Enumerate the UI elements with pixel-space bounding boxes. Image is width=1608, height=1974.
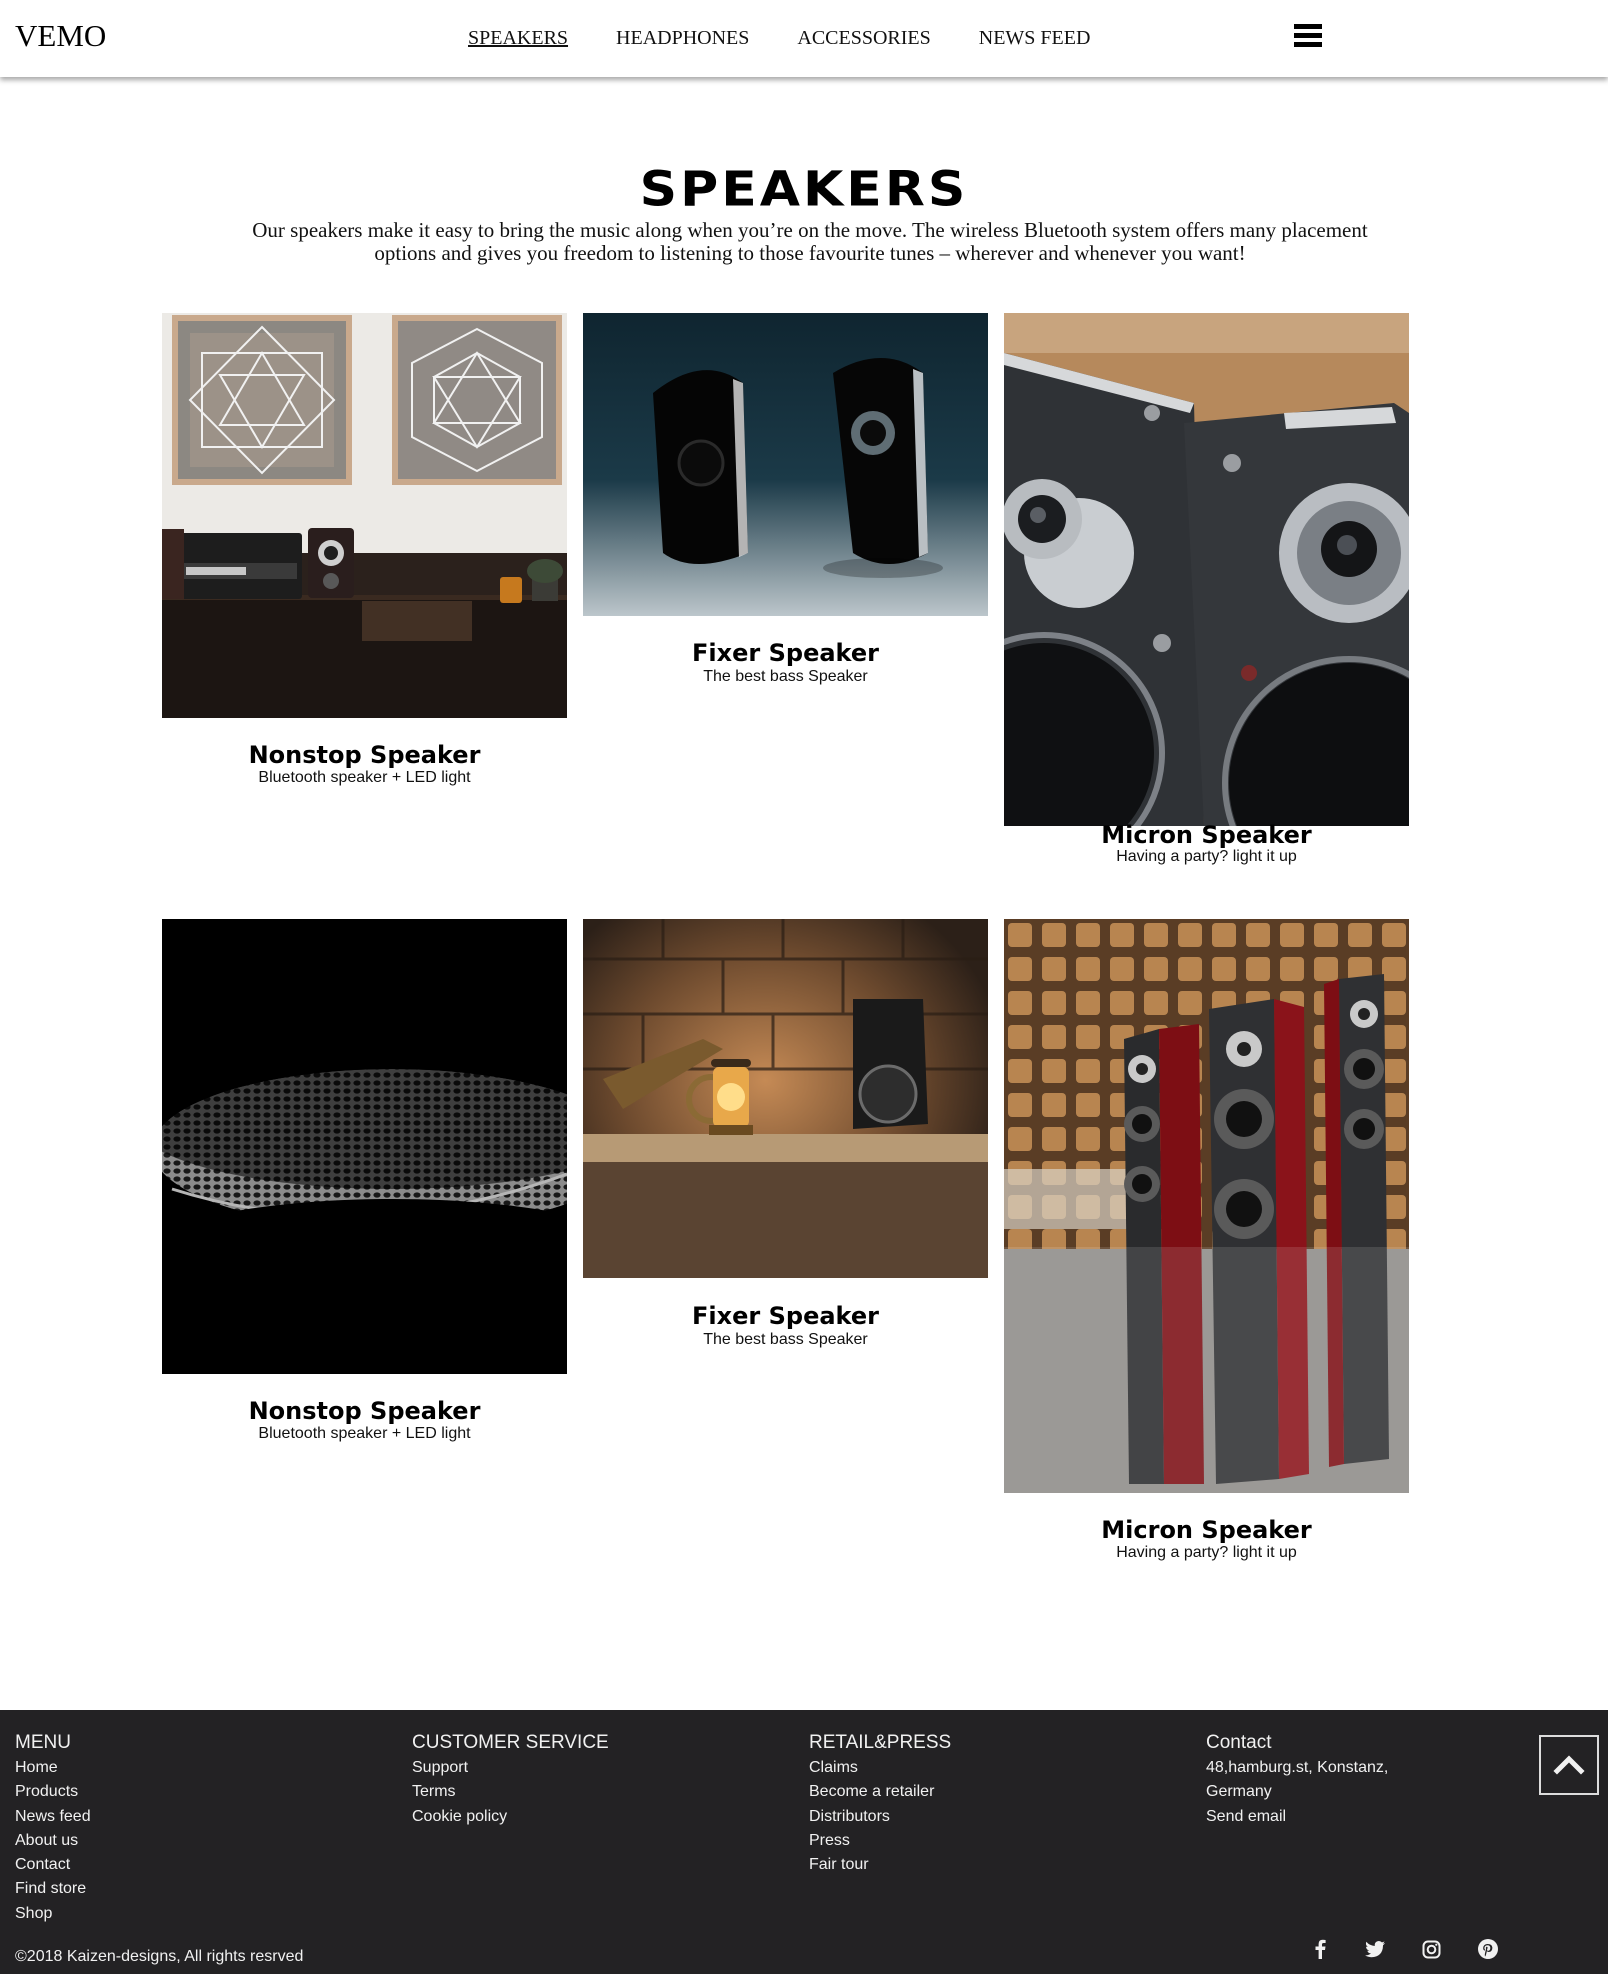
product-card[interactable]: Micron Speaker Having a party? light it … — [1004, 919, 1409, 1569]
footer-link-home[interactable]: Home — [15, 1756, 91, 1780]
nav-news-feed[interactable]: NEWS FEED — [979, 27, 1091, 50]
footer-link-claims[interactable]: Claims — [809, 1756, 951, 1780]
footer-link-cookie-policy[interactable]: Cookie policy — [412, 1805, 609, 1829]
product-title[interactable]: Micron Speaker — [1004, 1516, 1409, 1544]
footer-link-find-store[interactable]: Find store — [15, 1877, 91, 1901]
product-image[interactable] — [162, 313, 567, 718]
nav-speakers[interactable]: SPEAKERS — [468, 27, 568, 50]
footer-menu-heading: MENU — [15, 1732, 71, 1753]
product-subtitle: Bluetooth speaker + LED light — [258, 769, 471, 786]
back-to-top-button[interactable] — [1539, 1735, 1599, 1795]
footer-link-about-us[interactable]: About us — [15, 1829, 91, 1853]
page-title: SPEAKERS — [639, 162, 969, 218]
footer-contact-column: Contact 48,hamburg.st, Konstanz, Germany… — [1206, 1732, 1388, 1829]
site-header: VEMO SPEAKERS HEADPHONES ACCESSORIES NEW… — [0, 0, 1608, 77]
main-nav: SPEAKERS HEADPHONES ACCESSORIES NEWS FEE… — [468, 27, 1138, 50]
product-card[interactable]: Fixer Speaker The best bass Speaker — [583, 919, 988, 1349]
product-subtitle: Having a party? light it up — [1116, 1544, 1297, 1561]
intro-text: Our speakers make it easy to bring the m… — [252, 218, 1368, 265]
product-card[interactable]: Fixer Speaker The best bass Speaker — [583, 313, 988, 693]
product-title[interactable]: Nonstop Speaker — [162, 741, 567, 769]
product-card[interactable]: Nonstop Speaker Bluetooth speaker + LED … — [162, 313, 567, 793]
product-title[interactable]: Fixer Speaker — [583, 639, 988, 667]
footer-link-terms[interactable]: Terms — [412, 1780, 609, 1804]
footer-address-line-1: 48,hamburg.st, Konstanz, — [1206, 1759, 1389, 1776]
product-image[interactable] — [583, 919, 988, 1278]
product-image[interactable] — [1004, 919, 1409, 1493]
footer-retail-heading: RETAIL&PRESS — [809, 1732, 952, 1753]
footer-link-send-email[interactable]: Send email — [1206, 1805, 1388, 1829]
facebook-icon[interactable] — [1307, 1936, 1333, 1962]
footer-link-fair-tour[interactable]: Fair tour — [809, 1853, 951, 1877]
footer-address-line-2: Germany — [1206, 1783, 1272, 1801]
product-card[interactable]: Nonstop Speaker Bluetooth speaker + LED … — [162, 919, 567, 1449]
footer-link-distributors[interactable]: Distributors — [809, 1805, 951, 1829]
footer-customer-service-column: CUSTOMER SERVICE Support Terms Cookie po… — [412, 1732, 609, 1829]
site-footer: MENU Home Products News feed About us Co… — [0, 1710, 1608, 1974]
product-image[interactable] — [162, 919, 567, 1374]
product-subtitle: The best bass Speaker — [703, 668, 868, 685]
product-image[interactable] — [583, 313, 988, 616]
footer-link-contact[interactable]: Contact — [15, 1853, 91, 1877]
footer-link-news-feed[interactable]: News feed — [15, 1805, 91, 1829]
instagram-icon[interactable] — [1418, 1936, 1444, 1962]
footer-menu-column: MENU Home Products News feed About us Co… — [15, 1732, 91, 1926]
nav-headphones[interactable]: HEADPHONES — [616, 27, 749, 50]
product-title[interactable]: Nonstop Speaker — [162, 1397, 567, 1425]
site-logo[interactable]: VEMO — [15, 18, 106, 54]
product-subtitle: Bluetooth speaker + LED light — [258, 1425, 471, 1442]
footer-link-press[interactable]: Press — [809, 1829, 951, 1853]
footer-contact-heading: Contact — [1206, 1732, 1272, 1753]
pinterest-icon[interactable] — [1475, 1936, 1501, 1962]
footer-customer-service-heading: CUSTOMER SERVICE — [412, 1732, 609, 1753]
copyright-text: ©2018 Kaizen-designs, All rights resrved — [15, 1948, 304, 1965]
product-title[interactable]: Fixer Speaker — [583, 1302, 988, 1330]
footer-retail-column: RETAIL&PRESS Claims Become a retailer Di… — [809, 1732, 951, 1877]
footer-link-shop[interactable]: Shop — [15, 1902, 91, 1926]
footer-link-support[interactable]: Support — [412, 1756, 609, 1780]
product-subtitle: Having a party? light it up — [1116, 848, 1297, 865]
hamburger-icon[interactable] — [1294, 24, 1324, 52]
product-title[interactable]: Micron Speaker — [1004, 821, 1409, 849]
footer-link-products[interactable]: Products — [15, 1780, 91, 1804]
twitter-icon[interactable] — [1362, 1936, 1388, 1962]
nav-accessories[interactable]: ACCESSORIES — [797, 27, 930, 50]
chevron-up-icon — [1553, 1755, 1585, 1775]
product-image[interactable] — [1004, 313, 1409, 826]
footer-link-become-retailer[interactable]: Become a retailer — [809, 1780, 951, 1804]
product-card[interactable]: Micron Speaker Having a party? light it … — [1004, 313, 1409, 873]
product-subtitle: The best bass Speaker — [703, 1331, 868, 1348]
